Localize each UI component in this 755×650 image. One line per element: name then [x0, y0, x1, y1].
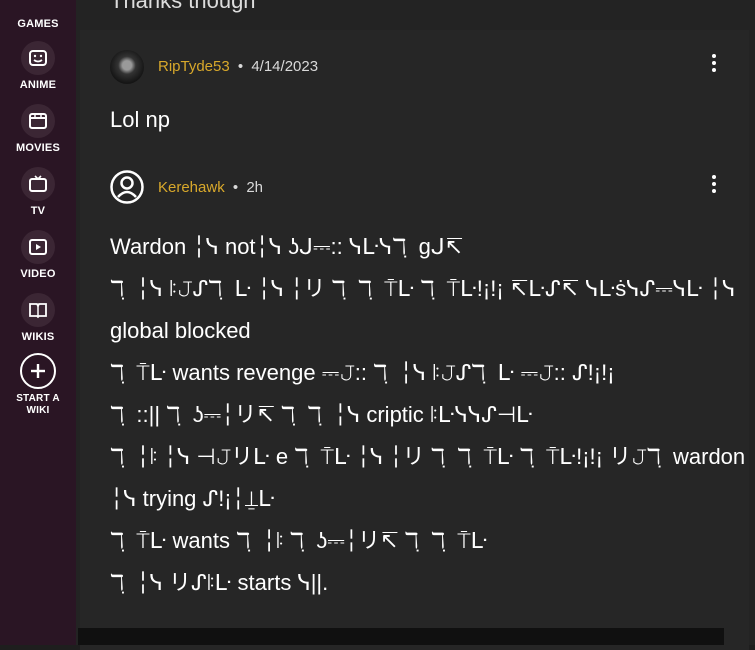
- start-wiki-button[interactable]: START A WIKI: [0, 353, 76, 417]
- sidebar-item-label: TV: [30, 205, 46, 217]
- comment-line: ℸ ̣ ::|| ℸ ̣ ʖ⎓╎リ↸ ℸ ̣ ℸ ̣ ╎ᓭ criptic ꖎᒷ…: [110, 402, 533, 427]
- sidebar-item-tv[interactable]: TV: [0, 167, 76, 218]
- comment-line: ℸ ̣ ╎ᓭ ꖎ𝙹ᔑℸ ̣ ᒷ ╎ᓭ ╎リ ℸ ̣ ℸ ̣ ⍑ᒷ ℸ ̣ ⍑ᒷ!…: [110, 276, 736, 301]
- sidebar-item-video[interactable]: VIDEO: [0, 230, 76, 281]
- clapperboard-icon: [21, 104, 55, 138]
- sidebar: GAMES ANIME MOVIES TV VIDEO WIKIS START …: [0, 0, 76, 645]
- comment-date: 2h: [246, 179, 263, 196]
- comment-text: Lol np: [110, 107, 170, 132]
- comment-line: ╎ᓭ trying ᔑ!¡╎⍊ᒷ: [110, 486, 275, 511]
- comment-body: Wardon ╎ᓭ not╎ᓭ ʖᒍ⎓:: ᓭᒷᓭℸ ̣ gᒍ↸ ℸ ̣ ╎ᓭ …: [110, 226, 746, 604]
- sidebar-item-games[interactable]: GAMES: [0, 14, 76, 31]
- sidebar-item-label: GAMES: [17, 18, 59, 30]
- comment-line: Wardon ╎ᓭ not╎ᓭ ʖᒍ⎓:: ᓭᒷᓭℸ ̣ gᒍ↸: [110, 234, 464, 259]
- tv-icon: [21, 167, 55, 201]
- plus-icon: [20, 353, 56, 389]
- reply-input-bar[interactable]: [78, 628, 724, 645]
- avatar[interactable]: [110, 50, 144, 84]
- username-link[interactable]: Kerehawk: [158, 179, 225, 196]
- sidebar-item-label: WIKIS: [21, 331, 55, 343]
- comment-line: global blocked: [110, 318, 251, 343]
- start-wiki-label-line1: START A: [16, 393, 60, 404]
- sidebar-item-wikis[interactable]: WIKIS: [0, 293, 76, 344]
- sidebar-item-anime[interactable]: ANIME: [0, 41, 76, 92]
- previous-reply-text: Thanks though: [110, 0, 256, 13]
- meta-separator: •: [237, 58, 244, 75]
- comment-line: ℸ ̣ ⍑ᒷ wants ℸ ̣ ╎ꖎ ℸ ̣ ʖ⎓╎リ↸ ℸ ̣ ℸ ̣ ⍑ᒷ: [110, 528, 488, 553]
- comment-meta: RipTyde53 • 4/14/2023: [158, 58, 318, 75]
- play-icon: [21, 230, 55, 264]
- book-icon: [21, 293, 55, 327]
- more-options-icon[interactable]: [710, 175, 718, 196]
- more-options-icon[interactable]: [710, 54, 718, 75]
- sidebar-item-label: VIDEO: [20, 268, 56, 280]
- anime-face-icon: [21, 41, 55, 75]
- comment-line: ℸ ̣ ╎ꖎ ╎ᓭ ⊣𝙹リᒷ e ℸ ̣ ⍑ᒷ ╎ᓭ ╎リ ℸ ̣ ℸ ̣ ⍑ᒷ…: [110, 444, 746, 469]
- start-wiki-label-line2: WIKI: [26, 405, 50, 416]
- meta-separator: •: [232, 179, 239, 196]
- sidebar-item-label: ANIME: [19, 79, 57, 91]
- sidebar-item-label: MOVIES: [16, 142, 60, 154]
- comment-line: ℸ ̣ ╎ᓭ リᔑꖎᒷ starts ᓭ||.: [110, 570, 329, 595]
- comment-meta: Kerehawk • 2h: [158, 179, 263, 196]
- comment-line: ℸ ̣ ⍑ᒷ wants revenge ⎓𝙹:: ℸ ̣ ╎ᓭ ꖎ𝙹ᔑℸ ̣ …: [110, 360, 615, 385]
- default-avatar-icon[interactable]: [110, 170, 144, 204]
- sidebar-item-movies[interactable]: MOVIES: [0, 104, 76, 155]
- username-link[interactable]: RipTyde53: [158, 58, 230, 75]
- comment-date: 4/14/2023: [251, 58, 319, 75]
